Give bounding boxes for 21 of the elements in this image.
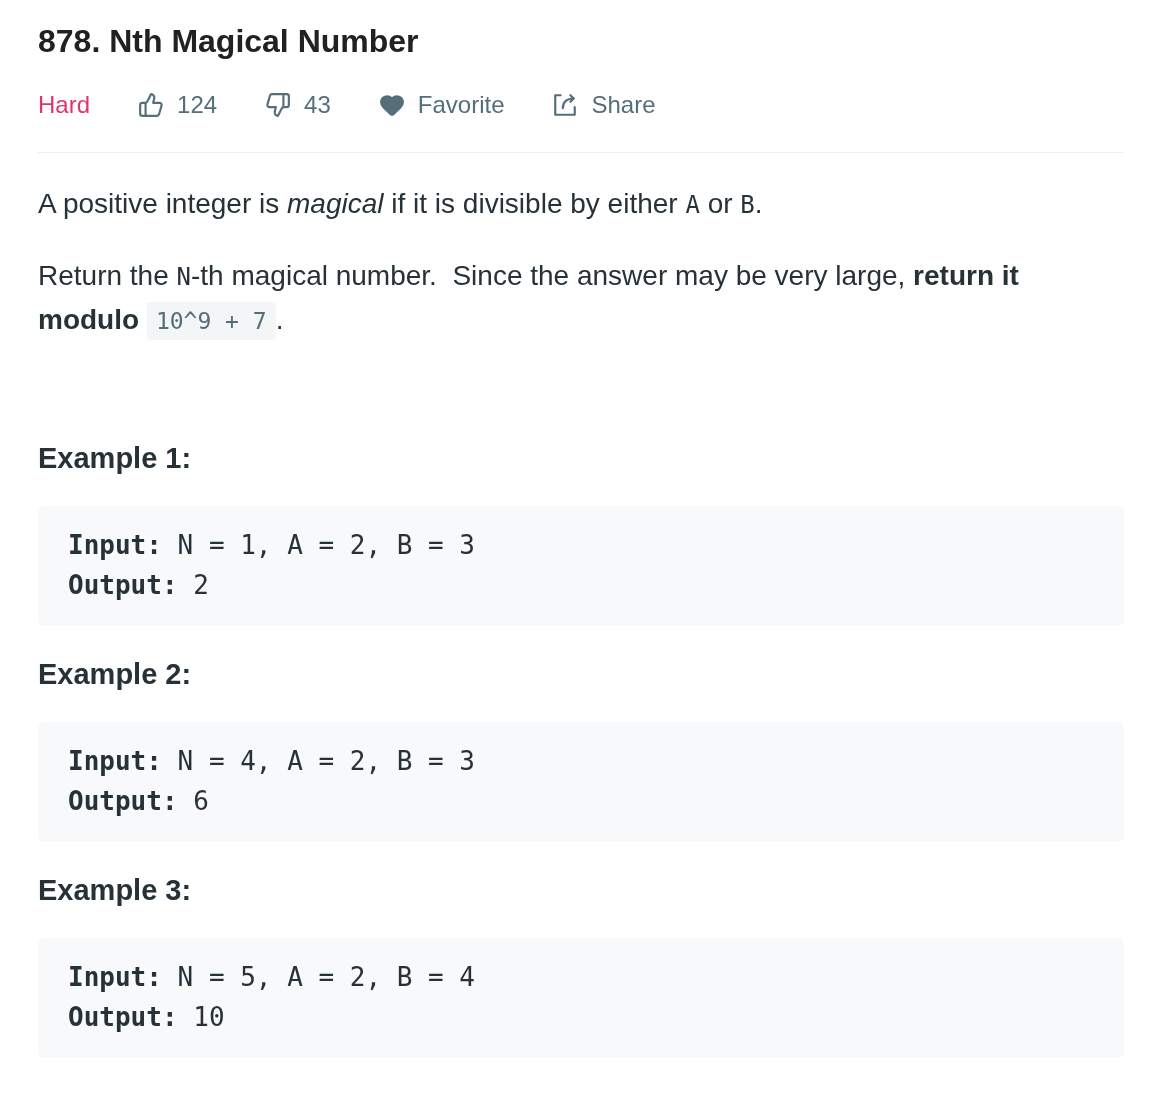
example-heading: Example 3: — [38, 873, 193, 908]
example-heading: Example 2: — [38, 657, 193, 692]
code-line: Output: 2 — [68, 569, 210, 602]
description-paragraph: A positive integer is magical if it is divisible by either A or B. — [38, 187, 764, 221]
like-button[interactable]: 124 — [138, 87, 218, 123]
code-line: Input: N = 4, A = 2, B = 3 — [68, 745, 476, 778]
code-line: Input: N = 1, A = 2, B = 3 — [68, 529, 476, 562]
heart-icon — [378, 92, 405, 118]
difficulty-label: Hard — [38, 90, 91, 120]
thumbs-down-icon — [265, 92, 292, 118]
dislike-button[interactable]: 43 — [265, 87, 331, 123]
favorite-button[interactable]: Favorite — [378, 87, 505, 123]
thumbs-up-icon — [138, 92, 165, 118]
share-button[interactable]: Share — [552, 87, 656, 123]
code-line: Input: N = 5, A = 2, B = 4 — [68, 961, 476, 994]
code-line: Output: 10 — [68, 1001, 226, 1034]
share-icon — [552, 92, 579, 118]
page-title: 878. Nth Magical Number — [38, 22, 420, 61]
example-heading: Example 1: — [38, 441, 193, 476]
code-line: Output: 6 — [68, 785, 210, 818]
description-paragraph: Return the N-th magical number. Since the answer may be very large, return it modulo 10^9 + 7 . — [38, 254, 1124, 342]
